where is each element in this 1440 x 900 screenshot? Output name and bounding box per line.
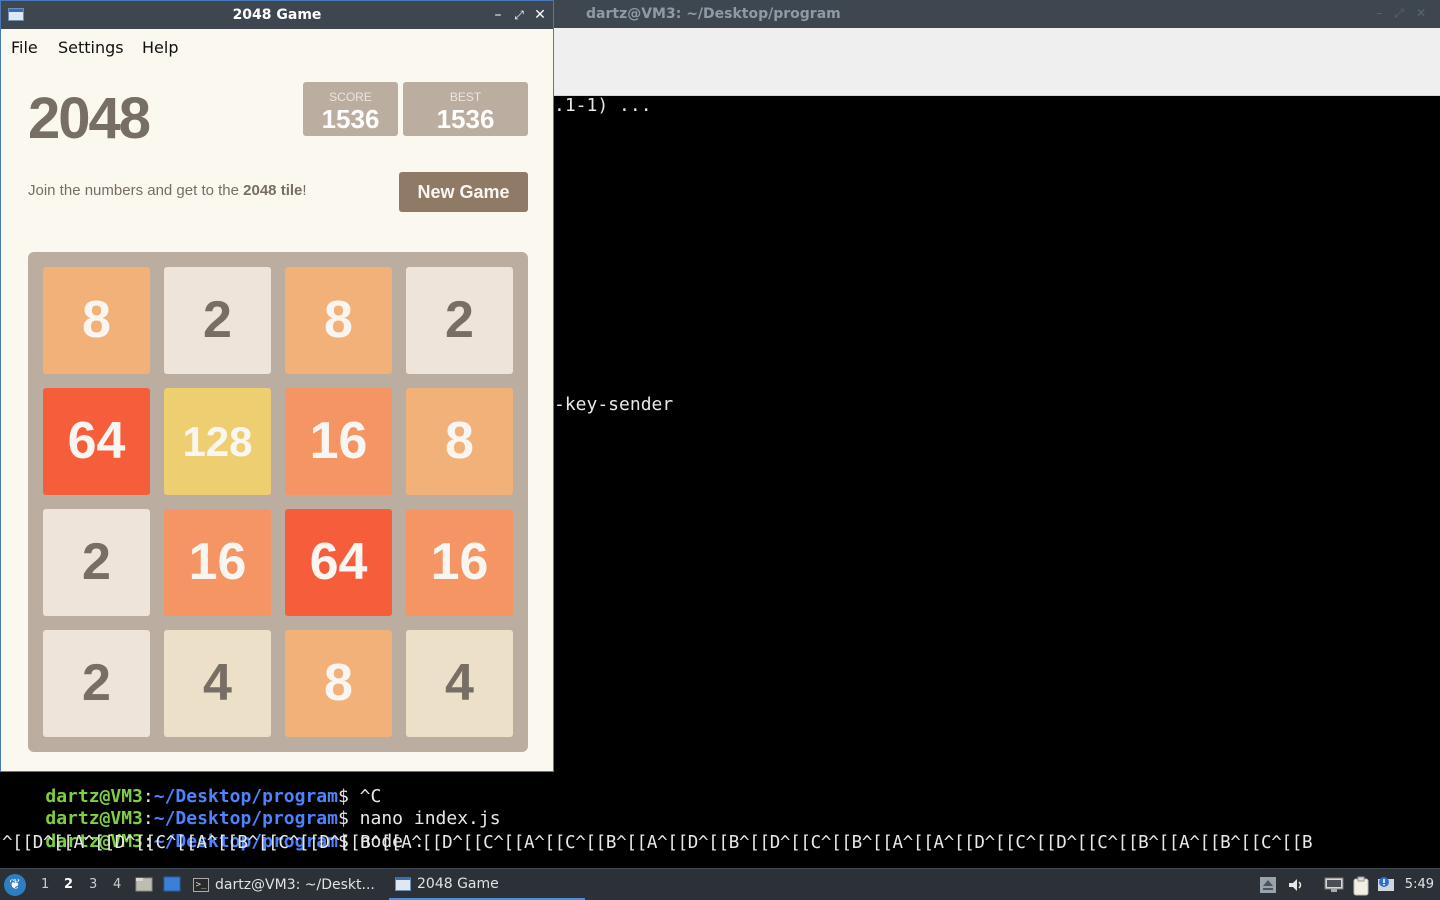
game-titlebar[interactable]: 2048 Game – ⤢ ✕ [1,1,553,29]
score-label: SCORE [329,90,372,104]
volume-icon[interactable] [1287,876,1305,894]
tile: 2 [43,509,150,616]
minimize-icon[interactable]: – [490,6,506,24]
network-icon[interactable] [1324,876,1344,894]
task-2048-game[interactable]: 2048 Game [389,869,585,900]
terminal-window-controls: – ⤢ ✕ [1376,6,1426,21]
tile: 2 [43,630,150,737]
terminal-partial-line: .1-1) ... [554,95,652,116]
menu-help[interactable]: Help [142,38,178,57]
tile: 128 [164,388,271,495]
game-board[interactable]: 8 2 8 2 64 128 16 8 2 16 64 16 2 4 8 4 [28,252,528,752]
score-value: 1536 [321,104,380,134]
menu-bar: File Settings Help [1,29,553,63]
terminal-titlebar[interactable]: dartz@VM3: ~/Desktop/program – ⤢ ✕ [554,0,1440,28]
terminal-icon: >_ [193,877,209,892]
terminal-minimize-icon[interactable]: – [1376,6,1382,21]
terminal-toolbar [554,28,1440,96]
goal-text: 2048 tile [243,182,303,199]
menu-settings[interactable]: Settings [58,38,124,57]
tile: 8 [43,267,150,374]
tile: 2 [164,267,271,374]
terminal-escape-output: ^[[D^[[A^[[D^[[C^[[A^[[B^[[C^[[D^[[B^[[A… [2,833,1313,853]
menu-file[interactable]: File [11,38,38,57]
terminal-close-icon[interactable]: ✕ [1416,6,1426,21]
show-desktop-icon[interactable] [163,875,181,893]
tile: 8 [406,388,513,495]
workspace-3[interactable]: 3 [89,877,97,892]
best-label: BEST [449,90,482,104]
workspace-2[interactable]: 2 [64,877,73,892]
game-content: 2048 SCORE 1536 BEST 1536 Join the numbe… [1,63,553,771]
terminal-maximize-icon[interactable]: ⤢ [1394,6,1404,21]
game-intro: Join the numbers and get to the 2048 til… [28,182,307,199]
workspace-1[interactable]: 1 [41,877,49,892]
clipboard-icon[interactable] [1351,876,1369,896]
file-manager-icon[interactable] [135,875,153,893]
tile: 2 [406,267,513,374]
new-game-button[interactable]: New Game [399,172,528,212]
clock: 5:49 [1404,877,1434,892]
tile: 8 [285,630,392,737]
best-box: BEST 1536 [403,82,528,136]
close-icon[interactable]: ✕ [532,6,548,24]
tile: 16 [164,509,271,616]
tile: 16 [406,509,513,616]
tile: 16 [285,388,392,495]
terminal-partial-line: -key-sender [554,394,674,415]
tile: 4 [164,630,271,737]
tile: 8 [285,267,392,374]
notification-icon[interactable] [1377,876,1395,894]
best-value: 1536 [436,104,495,134]
terminal-window-title: dartz@VM3: ~/Desktop/program [586,6,841,22]
workspace-4[interactable]: 4 [113,877,121,892]
maximize-icon[interactable]: ⤢ [511,6,527,24]
tile: 64 [43,388,150,495]
task-terminal-label: dartz@VM3: ~/Deskt... [215,876,375,893]
start-menu-icon[interactable]: ❦ [4,874,26,896]
taskbar: ❦ 1 2 3 4 >_ dartz@VM3: ~/Deskt... 2048 … [0,868,1440,900]
game-window-title: 2048 Game [232,7,322,23]
tile: 64 [285,509,392,616]
task-terminal[interactable]: >_ dartz@VM3: ~/Deskt... [193,869,375,900]
tile: 4 [406,630,513,737]
game-heading: 2048 [28,86,151,151]
task-2048-label: 2048 Game [417,875,499,892]
game-window: 2048 Game – ⤢ ✕ File Settings Help 2048 … [0,0,554,772]
window-icon [395,876,411,891]
score-box: SCORE 1536 [303,82,398,136]
eject-icon[interactable] [1259,876,1277,894]
